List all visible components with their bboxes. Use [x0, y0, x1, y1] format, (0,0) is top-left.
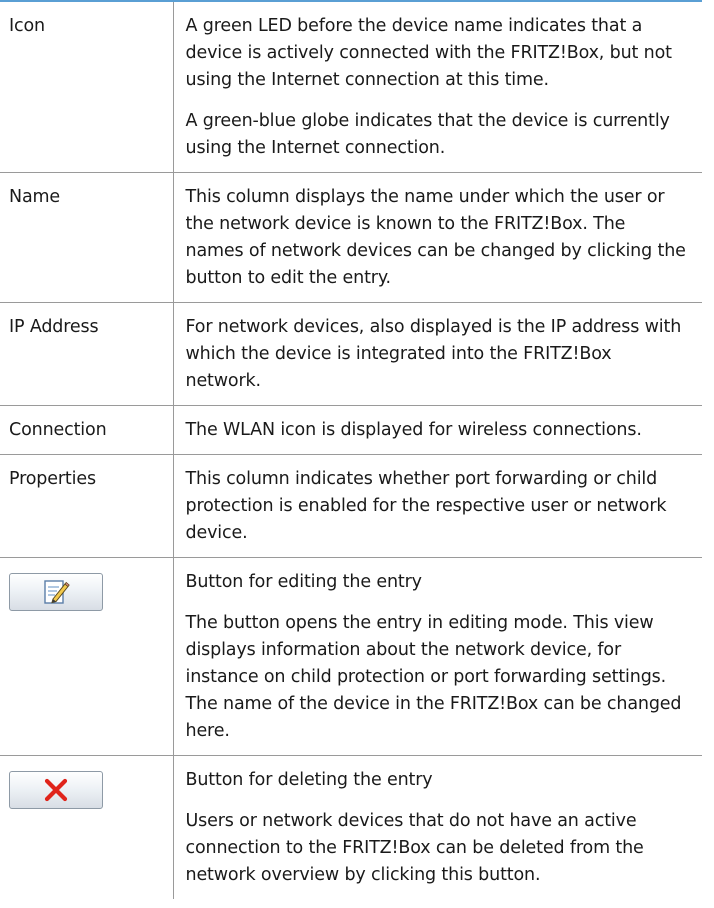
table-row-edit-button: Button for editing the entry The button …	[0, 557, 702, 756]
term-cell: Icon	[0, 0, 174, 173]
description-cell: This column displays the name under whic…	[173, 172, 702, 303]
description-paragraph: Button for editing the entry	[185, 572, 423, 592]
delete-icon	[44, 778, 68, 802]
table-row-delete-button: Button for deleting the entry Users or n…	[0, 755, 702, 900]
description-paragraph: The button opens the entry in editing mo…	[185, 613, 682, 741]
description-paragraph: A green-blue globe indicates that the de…	[185, 111, 670, 158]
table-row-properties: Properties This column indicates whether…	[0, 454, 702, 558]
description-paragraph: Button for deleting the entry	[185, 770, 433, 790]
description-cell: For network devices, also displayed is t…	[173, 302, 702, 406]
description-paragraph: This column displays the name under whic…	[185, 187, 686, 288]
description-paragraph: For network devices, also displayed is t…	[185, 317, 682, 391]
description-paragraph: A green LED before the device name indic…	[185, 16, 673, 90]
description-paragraph: The WLAN icon is displayed for wireless …	[185, 420, 642, 440]
description-cell: Button for deleting the entry Users or n…	[173, 756, 702, 900]
description-paragraph: Users or network devices that do not hav…	[185, 811, 644, 885]
description-cell: This column indicates whether port forwa…	[173, 454, 702, 558]
term-cell: IP Address	[0, 302, 174, 406]
term-cell	[0, 755, 174, 899]
table-row-name: Name This column displays the name under…	[0, 172, 702, 303]
description-cell: A green LED before the device name indic…	[173, 0, 702, 173]
edit-icon	[44, 580, 70, 604]
table-row-icon: Icon A green LED before the device name …	[0, 0, 702, 173]
table-row-ip-address: IP Address For network devices, also dis…	[0, 302, 702, 406]
description-paragraph: This column indicates whether port forwa…	[185, 469, 667, 543]
edit-button[interactable]	[9, 573, 103, 611]
description-cell: Button for editing the entry The button …	[173, 557, 702, 756]
term-cell: Name	[0, 172, 174, 303]
term-cell: Properties	[0, 454, 174, 558]
term-cell: Connection	[0, 405, 174, 455]
term-cell	[0, 557, 174, 756]
table-row-connection: Connection The WLAN icon is displayed fo…	[0, 405, 702, 455]
network-overview-legend-table: Icon A green LED before the device name …	[0, 0, 702, 899]
delete-button[interactable]	[9, 771, 103, 809]
description-cell: The WLAN icon is displayed for wireless …	[173, 405, 702, 455]
